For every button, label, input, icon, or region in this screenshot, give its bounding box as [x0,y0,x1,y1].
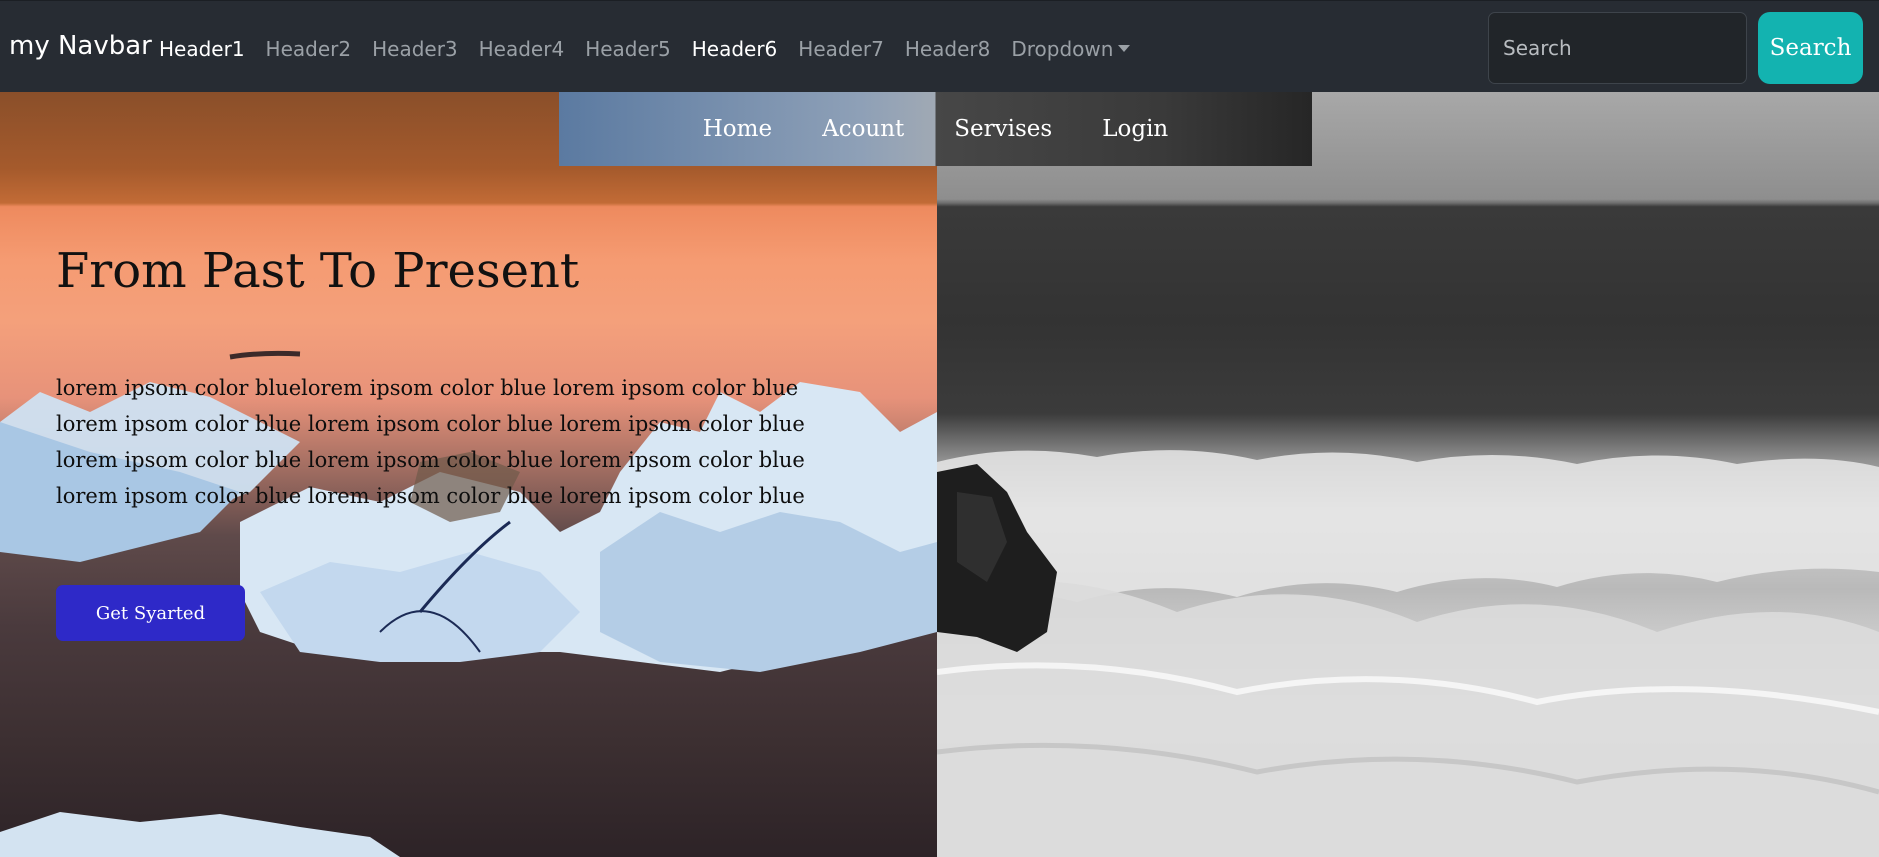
caret-down-icon [1118,45,1131,52]
sea-illustration [937,450,1879,857]
nav-link-header1[interactable]: Header1 [159,37,245,61]
search-button[interactable]: Search [1758,12,1863,84]
menu-item-login[interactable]: Login [1102,116,1168,142]
menu-item-home[interactable]: Home [703,116,772,142]
nav-link-header3[interactable]: Header3 [372,37,458,61]
hero-image-grayscale [937,92,1879,857]
nav-dropdown-toggle[interactable]: Dropdown [1011,37,1131,61]
secondary-menu: Home Acount Servises Login [559,92,1312,166]
menu-item-services[interactable]: Servises [954,116,1052,142]
nav-link-header6[interactable]: Header6 [692,37,778,61]
navbar-brand[interactable]: my Navbar [9,31,152,61]
get-started-button[interactable]: Get Syarted [56,585,245,641]
hero-title: From Past To Present [56,243,580,299]
hero-description: lorem ipsom color bluelorem ipsom color … [56,376,805,508]
nav-link-header8[interactable]: Header8 [905,37,991,61]
nav-link-header2[interactable]: Header2 [266,37,352,61]
nav-link-header4[interactable]: Header4 [479,37,565,61]
navbar-links: Header1 Header2 Header3 Header4 Header5 … [159,37,1151,61]
menu-item-account[interactable]: Acount [822,116,904,142]
nav-dropdown-label: Dropdown [1011,37,1114,61]
top-navbar: my Navbar Header1 Header2 Header3 Header… [0,0,1879,92]
nav-link-header7[interactable]: Header7 [798,37,884,61]
nav-link-header5[interactable]: Header5 [585,37,671,61]
search-input[interactable] [1488,12,1747,84]
